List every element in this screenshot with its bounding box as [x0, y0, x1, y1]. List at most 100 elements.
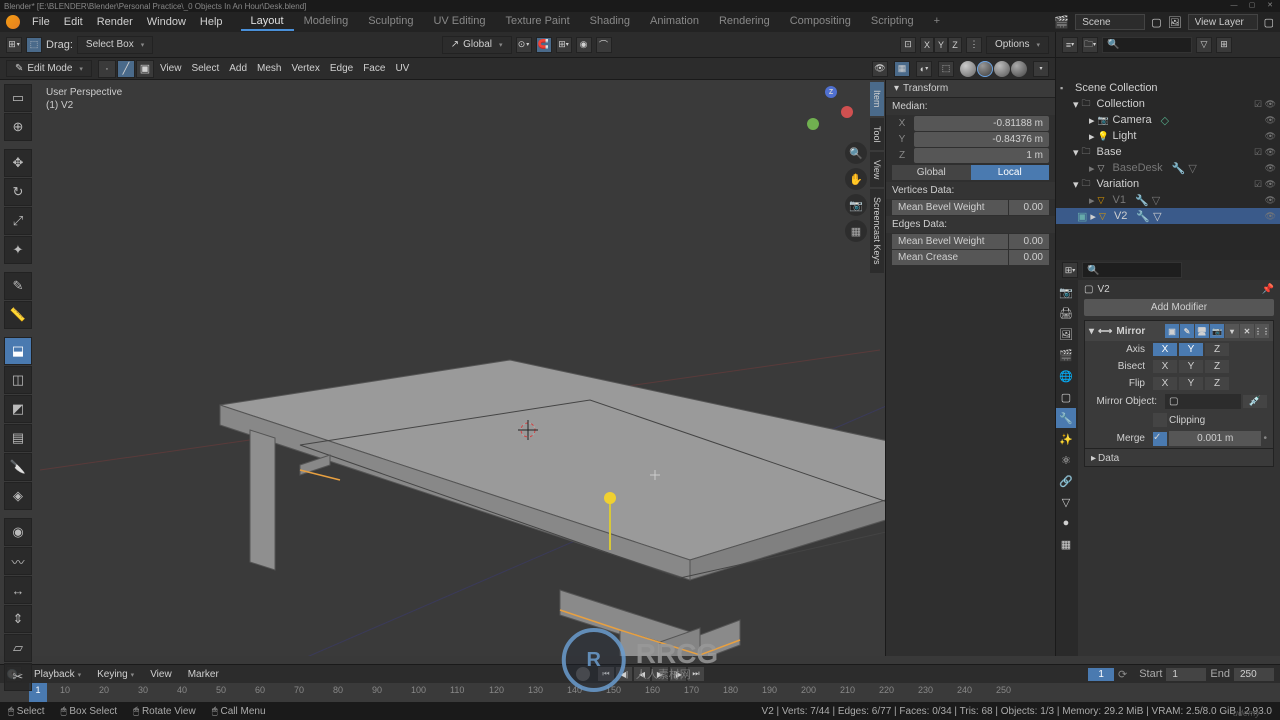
tl-playback[interactable]: Playback [30, 669, 85, 680]
mirror-object-eyedrop-icon[interactable]: 💉 [1243, 395, 1267, 408]
tool-spin[interactable]: ◉ [4, 518, 32, 546]
current-frame[interactable]: 1 [1088, 668, 1114, 681]
tool-inset[interactable]: ◫ [4, 366, 32, 394]
prop-tab-output[interactable]: 🖨 [1056, 303, 1076, 323]
pivot-dropdown[interactable]: ⊙▾ [516, 37, 532, 53]
transform-space-local[interactable]: Local [971, 165, 1050, 180]
edge-select-mode[interactable]: ╱ [117, 60, 135, 78]
window-maximize[interactable]: ▢ [1244, 0, 1260, 10]
editor-type-dropdown[interactable]: ⊞▾ [6, 37, 22, 53]
prev-key-icon[interactable]: ◀| [616, 667, 632, 681]
tab-compositing[interactable]: Compositing [780, 13, 861, 31]
tab-add[interactable]: + [924, 13, 950, 31]
axis-x-icon[interactable] [841, 106, 853, 118]
prop-tab-material[interactable]: ● [1056, 513, 1076, 533]
next-key-icon[interactable]: |▶ [670, 667, 686, 681]
proportional-falloff[interactable]: ⌒ [596, 37, 612, 53]
mirror-axis-y[interactable]: Y [1179, 343, 1203, 356]
mod-data-section[interactable]: ▸ Data [1085, 448, 1273, 466]
tl-keying[interactable]: Keying [93, 669, 138, 680]
menu-window[interactable]: Window [141, 14, 192, 30]
outliner-base[interactable]: ▾ 🗀Base☑ 👁 [1056, 144, 1280, 160]
scene-name-input[interactable] [1075, 14, 1145, 30]
tab-rendering[interactable]: Rendering [709, 13, 780, 31]
prop-tab-object[interactable]: ▢ [1056, 387, 1076, 407]
add-modifier-button[interactable]: Add Modifier [1084, 299, 1274, 316]
auto-key-toggle[interactable] [576, 667, 590, 681]
tool-rotate[interactable]: ↻ [4, 178, 32, 206]
bisect-y[interactable]: Y [1179, 360, 1203, 373]
tab-item[interactable]: Item [870, 82, 884, 116]
tool-shrink-fatten[interactable]: ⇕ [4, 605, 32, 633]
mean-crease[interactable]: 0.00 [1009, 250, 1049, 265]
outliner-new-collection-icon[interactable]: ⊞ [1216, 37, 1232, 53]
options-dropdown[interactable]: Options [986, 36, 1049, 54]
tool-bevel[interactable]: ◩ [4, 395, 32, 423]
cursor-tool-icon[interactable]: ⬚ [26, 37, 42, 53]
prop-tab-texture[interactable]: ▦ [1056, 534, 1076, 554]
xray-toggle-icon[interactable]: ▦ [894, 61, 910, 77]
tab-texture-paint[interactable]: Texture Paint [495, 13, 579, 31]
mesh-edit-mode-icon[interactable]: ⊡ [900, 37, 916, 53]
tool-cursor[interactable]: ⊕ [4, 113, 32, 141]
outliner-v1[interactable]: ▸ ▽V1🔧 ▽👁 [1056, 192, 1280, 208]
vert-bevel-weight[interactable]: 0.00 [1009, 200, 1049, 215]
end-frame[interactable]: 250 [1234, 668, 1274, 681]
outliner-collection[interactable]: ▾ 🗀Collection☑ 👁 [1056, 96, 1280, 112]
shading-dropdown[interactable]: ▾ [1033, 61, 1049, 77]
face-select-mode[interactable]: ▣ [136, 60, 154, 78]
prop-tab-physics[interactable]: ⚛ [1056, 450, 1076, 470]
mirror-axis-z[interactable]: Z [1205, 343, 1229, 356]
prop-tab-constraints[interactable]: 🔗 [1056, 471, 1076, 491]
menu-edit[interactable]: Edit [58, 14, 89, 30]
tool-shear[interactable]: ▱ [4, 634, 32, 662]
mod-show-on-cage[interactable]: ▣ [1165, 324, 1179, 338]
breadcrumb-object[interactable]: V2 [1097, 284, 1109, 295]
tool-transform[interactable]: ✦ [4, 236, 32, 264]
n-panel-transform-header[interactable]: ▾ Transform [886, 80, 1055, 98]
properties-search[interactable] [1082, 262, 1182, 278]
orientation-dropdown[interactable]: ↗ Global [442, 36, 512, 54]
modifier-name[interactable]: Mirror [1116, 326, 1145, 337]
tool-edge-slide[interactable]: ↔ [4, 576, 32, 604]
proportional-toggle[interactable]: ◉ [576, 37, 592, 53]
menu-face[interactable]: Face [363, 63, 385, 74]
view-layer-icon[interactable]: 🖼 [1168, 16, 1182, 29]
outliner-variation[interactable]: ▾ 🗀Variation☑ 👁 [1056, 176, 1280, 192]
outliner-camera[interactable]: ▸ 📷Camera◇👁 [1056, 112, 1280, 128]
new-layer-icon[interactable]: ▢ [1264, 16, 1274, 29]
merge-checkbox[interactable]: ✓ [1153, 432, 1167, 446]
tool-poly-build[interactable]: ◈ [4, 482, 32, 510]
outliner-light[interactable]: ▸ 💡Light👁 [1056, 128, 1280, 144]
show-overlays-icon[interactable]: ◐▾ [916, 61, 932, 77]
shading-material[interactable] [994, 61, 1010, 77]
snap-toggle[interactable]: 🧲 [536, 37, 552, 53]
mirror-object-input[interactable]: ▢ [1165, 394, 1241, 409]
outliner-basedesk[interactable]: ▸ ▽BaseDesk🔧 ▽👁 [1056, 160, 1280, 176]
outliner-search[interactable] [1102, 37, 1192, 53]
mod-drag-icon[interactable]: ⋮⋮ [1255, 324, 1269, 338]
tab-tool[interactable]: Tool [870, 118, 884, 151]
flip-x[interactable]: X [1153, 377, 1177, 390]
tool-select-box[interactable]: ▭ [4, 84, 32, 112]
shading-wireframe[interactable] [960, 61, 976, 77]
tab-layout[interactable]: Layout [241, 13, 294, 31]
menu-add[interactable]: Add [229, 63, 247, 74]
menu-mesh[interactable]: Mesh [257, 63, 281, 74]
tab-view[interactable]: View [870, 152, 884, 187]
menu-file[interactable]: File [26, 14, 56, 30]
mod-show-render[interactable]: 📷 [1210, 324, 1224, 338]
sync-icon[interactable]: ⟳ [1118, 668, 1127, 681]
view-layer-input[interactable] [1188, 14, 1258, 30]
pan-icon[interactable]: ✋ [845, 168, 867, 190]
timeline-ruler[interactable]: 1 10203040506070809010011012013014015016… [0, 683, 1280, 703]
tab-scripting[interactable]: Scripting [861, 13, 924, 31]
prop-tab-scene[interactable]: 🎬 [1056, 345, 1076, 365]
gizmo-y[interactable]: Y [934, 37, 948, 53]
pin-icon[interactable]: 📌 [1262, 284, 1274, 295]
tab-screencast[interactable]: Screencast Keys [870, 189, 884, 273]
tab-uv-editing[interactable]: UV Editing [423, 13, 495, 31]
new-scene-icon[interactable]: ▢ [1151, 16, 1161, 29]
tool-loop-cut[interactable]: ▤ [4, 424, 32, 452]
bisect-z[interactable]: Z [1205, 360, 1229, 373]
